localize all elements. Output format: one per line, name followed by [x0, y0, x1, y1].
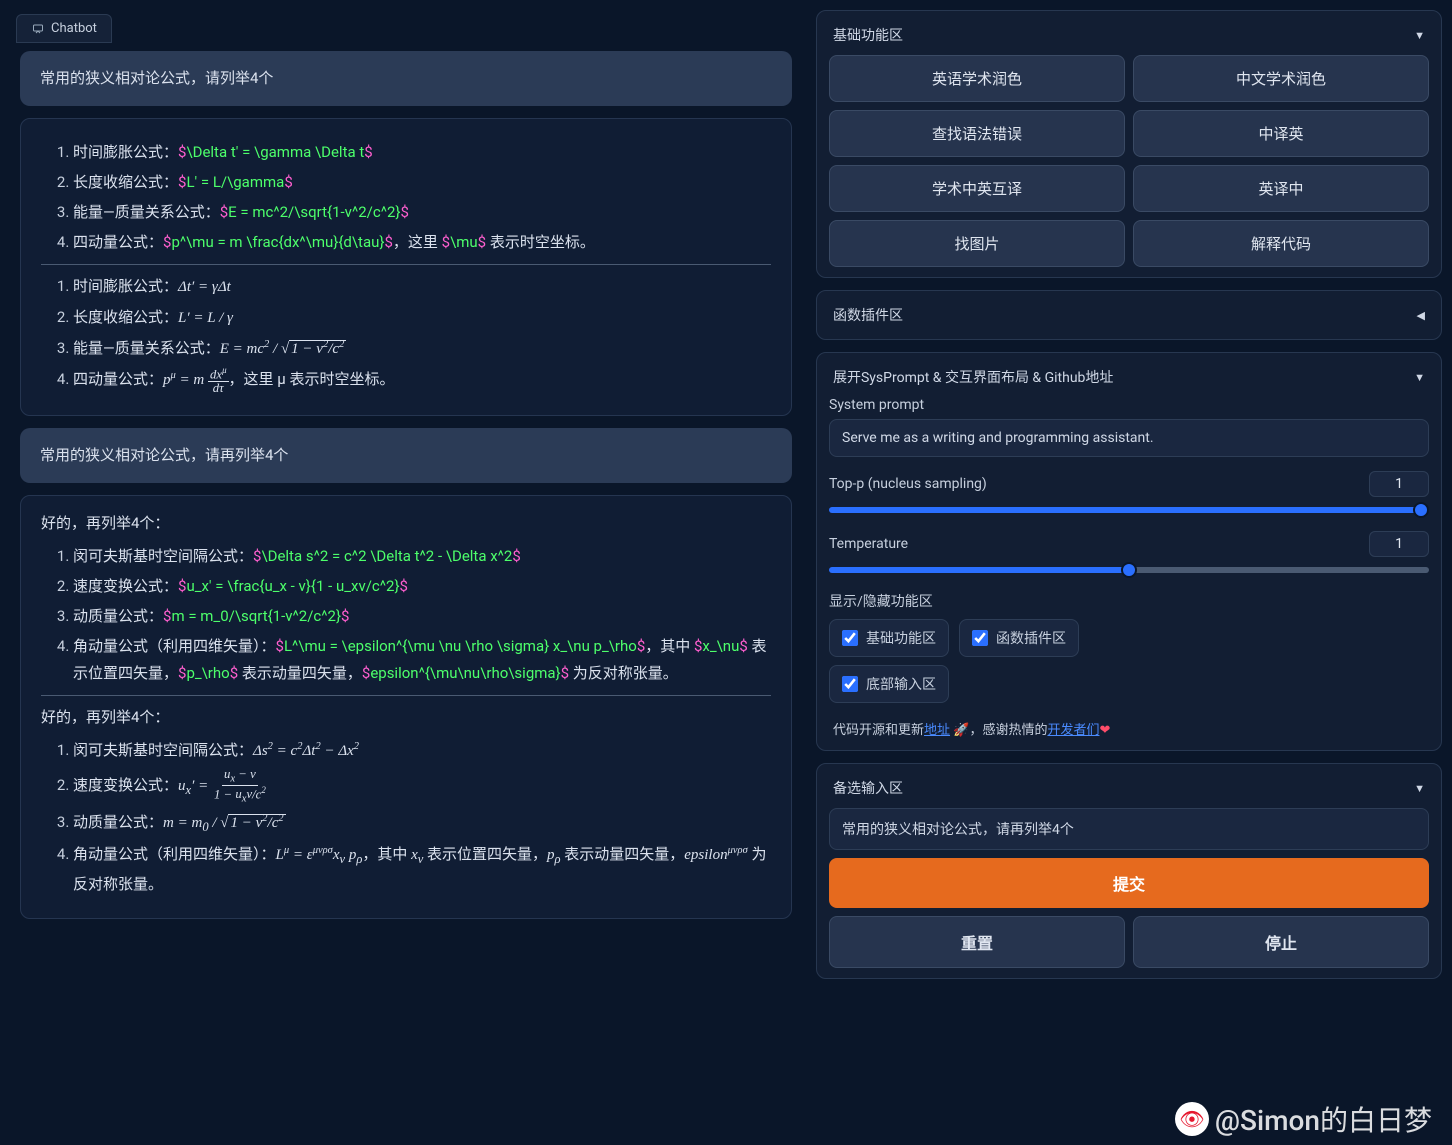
fn-btn-cn2en[interactable]: 中译英 — [1133, 110, 1429, 157]
user-message: 常用的狭义相对论公式，请再列举4个 — [20, 428, 792, 483]
list-item: 动质量公式：m = m0 / √1 − v2/c2 — [73, 809, 771, 839]
github-link[interactable]: 地址 — [924, 723, 950, 738]
rocket-icon: 🚀 — [953, 723, 969, 738]
checkbox-input[interactable] — [842, 630, 858, 646]
checkbox-basic-area[interactable]: 基础功能区 — [829, 619, 949, 657]
checkbox-plugin-area[interactable]: 函数插件区 — [959, 619, 1079, 657]
formula-list-raw: 闵可夫斯基时空间隔公式：$\Delta s^2 = c^2 \Delta t^2… — [41, 543, 771, 687]
assistant-message: 时间膨胀公式：$\Delta t' = \gamma \Delta t$ 长度收… — [20, 118, 792, 416]
fn-btn-grammar[interactable]: 查找语法错误 — [829, 110, 1125, 157]
fn-btn-cn-polish[interactable]: 中文学术润色 — [1133, 55, 1429, 102]
topp-slider[interactable] — [829, 507, 1429, 513]
list-item: 闵可夫斯基时空间隔公式：$\Delta s^2 = c^2 \Delta t^2… — [73, 543, 771, 570]
list-item: 四动量公式：pμ = m dxμdτ，这里 μ 表示时空坐标。 — [73, 366, 771, 395]
list-item: 角动量公式（利用四维矢量）：Lμ = εμνρσxν pρ，其中 xν 表示位置… — [73, 841, 771, 898]
checkbox-input[interactable] — [972, 630, 988, 646]
panel-header[interactable]: 基础功能区 ▼ — [829, 21, 1429, 55]
list-item: 时间膨胀公式：$\Delta t' = \gamma \Delta t$ — [73, 139, 771, 166]
assistant-intro: 好的，再列举4个： — [41, 510, 771, 537]
list-item: 能量—质量关系公式：$E = mc^2/\sqrt{1-v^2/c^2}$ — [73, 199, 771, 226]
list-item: 闵可夫斯基时空间隔公式：Δs2 = c2Δt2 − Δx2 — [73, 737, 771, 765]
chevron-down-icon: ▼ — [1414, 29, 1425, 42]
stop-button[interactable]: 停止 — [1133, 916, 1429, 968]
developers-link[interactable]: 开发者们 — [1047, 723, 1099, 738]
assistant-message: 好的，再列举4个： 闵可夫斯基时空间隔公式：$\Delta s^2 = c^2 … — [20, 495, 792, 919]
list-item: 能量—质量关系公式：E = mc2 / √1 − v2/c2 — [73, 335, 771, 363]
chevron-left-icon: ◀ — [1417, 309, 1425, 322]
user-message-text: 常用的狭义相对论公式，请再列举4个 — [40, 442, 772, 469]
panel-alt-input: 备选输入区 ▼ 常用的狭义相对论公式，请再列举4个 提交 重置 停止 — [816, 763, 1442, 979]
list-item: 长度收缩公式：$L' = L/\gamma$ — [73, 169, 771, 196]
fn-btn-explain-code[interactable]: 解释代码 — [1133, 220, 1429, 267]
fn-btn-academic-trans[interactable]: 学术中英互译 — [829, 165, 1125, 212]
formula-list-rendered: 时间膨胀公式：Δt′ = γΔt 长度收缩公式：L′ = L / γ 能量—质量… — [41, 273, 771, 395]
fn-btn-en-polish[interactable]: 英语学术润色 — [829, 55, 1125, 102]
system-prompt-label: System prompt — [829, 397, 1429, 413]
panel-basic-functions: 基础功能区 ▼ 英语学术润色 中文学术润色 查找语法错误 中译英 学术中英互译 … — [816, 10, 1442, 278]
panel-header[interactable]: 备选输入区 ▼ — [829, 774, 1429, 808]
temperature-label: Temperature — [829, 536, 908, 552]
separator — [41, 695, 771, 696]
list-item: 时间膨胀公式：Δt′ = γΔt — [73, 273, 771, 301]
list-item: 动质量公式：$m = m_0/\sqrt{1-v^2/c^2}$ — [73, 603, 771, 630]
list-item: 角动量公式（利用四维矢量）：$L^\mu = \epsilon^{\mu \nu… — [73, 633, 771, 687]
temperature-value[interactable]: 1 — [1369, 531, 1429, 557]
chat-icon — [31, 23, 45, 35]
alt-input-textarea[interactable]: 常用的狭义相对论公式，请再列举4个 — [829, 808, 1429, 850]
panel-sysprompt: 展开SysPrompt & 交互界面布局 & Github地址 ▼ System… — [816, 352, 1442, 751]
panel-title: 基础功能区 — [833, 25, 903, 45]
checkbox-input[interactable] — [842, 676, 858, 692]
user-message-text: 常用的狭义相对论公式，请列举4个 — [40, 65, 772, 92]
footer-note: 代码开源和更新地址 🚀，感谢热情的开发者们❤ — [829, 717, 1429, 740]
list-item: 四动量公式：$p^\mu = m \frac{dx^\mu}{d\tau}$，这… — [73, 229, 771, 256]
list-item: 速度变换公式：$u_x' = \frac{u_x - v}{1 - u_xv/c… — [73, 573, 771, 600]
panel-title: 备选输入区 — [833, 778, 903, 798]
chevron-down-icon: ▼ — [1414, 782, 1425, 795]
topp-label: Top-p (nucleus sampling) — [829, 476, 987, 492]
tab-label: Chatbot — [51, 21, 97, 36]
panel-header[interactable]: 展开SysPrompt & 交互界面布局 & Github地址 ▼ — [829, 363, 1429, 397]
panel-function-plugins: 函数插件区 ◀ — [816, 290, 1442, 340]
heart-icon: ❤ — [1099, 723, 1110, 738]
panel-title: 函数插件区 — [833, 305, 903, 325]
panel-title: 展开SysPrompt & 交互界面布局 & Github地址 — [833, 367, 1113, 387]
topp-value[interactable]: 1 — [1369, 471, 1429, 497]
visibility-label: 显示/隐藏功能区 — [829, 591, 1429, 611]
fn-btn-find-image[interactable]: 找图片 — [829, 220, 1125, 267]
system-prompt-input[interactable]: Serve me as a writing and programming as… — [829, 419, 1429, 457]
submit-button[interactable]: 提交 — [829, 858, 1429, 908]
temperature-slider[interactable] — [829, 567, 1429, 573]
user-message: 常用的狭义相对论公式，请列举4个 — [20, 51, 792, 106]
panel-header[interactable]: 函数插件区 ◀ — [829, 301, 1429, 329]
chat-area: 常用的狭义相对论公式，请列举4个 时间膨胀公式：$\Delta t' = \ga… — [10, 51, 802, 1135]
separator — [41, 264, 771, 265]
list-item: 速度变换公式：ux′ = ux − v1 − uxv/c2 — [73, 768, 771, 806]
button-grid: 英语学术润色 中文学术润色 查找语法错误 中译英 学术中英互译 英译中 找图片 … — [829, 55, 1429, 267]
assistant-intro: 好的，再列举4个： — [41, 704, 771, 731]
tab-chatbot[interactable]: Chatbot — [16, 14, 112, 43]
tab-bar: Chatbot — [10, 10, 802, 51]
chevron-down-icon: ▼ — [1414, 371, 1425, 384]
fn-btn-en2cn[interactable]: 英译中 — [1133, 165, 1429, 212]
checkbox-bottom-input[interactable]: 底部输入区 — [829, 665, 949, 703]
reset-button[interactable]: 重置 — [829, 916, 1125, 968]
formula-list-raw: 时间膨胀公式：$\Delta t' = \gamma \Delta t$ 长度收… — [41, 139, 771, 256]
formula-list-rendered: 闵可夫斯基时空间隔公式：Δs2 = c2Δt2 − Δx2 速度变换公式：ux′… — [41, 737, 771, 898]
list-item: 长度收缩公式：L′ = L / γ — [73, 304, 771, 332]
